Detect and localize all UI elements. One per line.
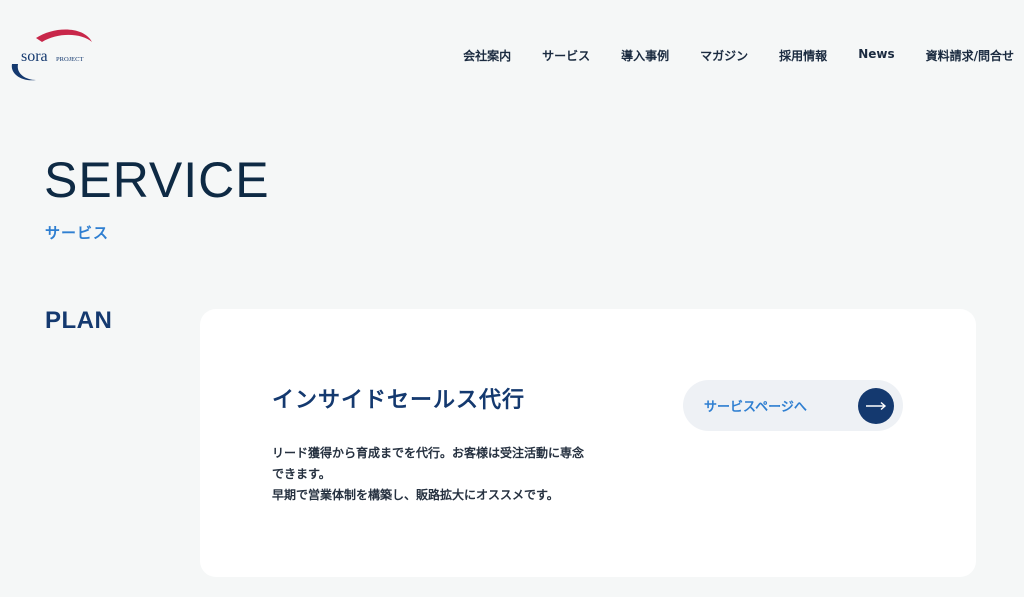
description-line: リード獲得から育成までを代行。お客様は受注活動に専念	[272, 446, 585, 460]
logo-subtext: PROJECT	[56, 56, 83, 63]
logo-text: sora	[21, 48, 48, 65]
page-title: SERVICE	[44, 152, 270, 208]
nav-recruit[interactable]: 採用情報	[779, 47, 827, 64]
page-subtitle: サービス	[45, 224, 110, 242]
service-page-button-label: サービスページへ	[704, 400, 807, 415]
logo-mark-icon: sora PROJECT	[11, 29, 92, 81]
description-line: 早期で営業体制を構築し、販路拡大にオススメです。	[272, 488, 559, 502]
nav-contact[interactable]: 資料請求/問合せ	[926, 47, 1014, 64]
nav-service[interactable]: サービス	[542, 47, 590, 64]
nav-case-studies[interactable]: 導入事例	[621, 47, 669, 64]
logo[interactable]: sora PROJECT	[6, 24, 106, 88]
page: sora PROJECT 会社案内 サービス 導入事例 マガジン 採用情報 Ne…	[0, 0, 1024, 597]
global-nav: 会社案内 サービス 導入事例 マガジン 採用情報 News 資料請求/問合せ	[463, 47, 1014, 64]
service-page-button[interactable]: サービスページへ	[683, 380, 903, 431]
service-title: インサイドセールス代行	[272, 388, 526, 413]
nav-news[interactable]: News	[858, 47, 894, 64]
nav-company[interactable]: 会社案内	[463, 47, 511, 64]
arrow-right-icon	[858, 387, 894, 424]
service-card: インサイドセールス代行 リード獲得から育成までを代行。お客様は受注活動に専念 で…	[200, 309, 976, 577]
nav-magazine[interactable]: マガジン	[700, 47, 748, 64]
description-line: できます。	[272, 467, 331, 481]
service-description: リード獲得から育成までを代行。お客様は受注活動に専念 できます。 早期で営業体制…	[272, 443, 584, 506]
plan-heading: PLAN	[45, 307, 113, 334]
